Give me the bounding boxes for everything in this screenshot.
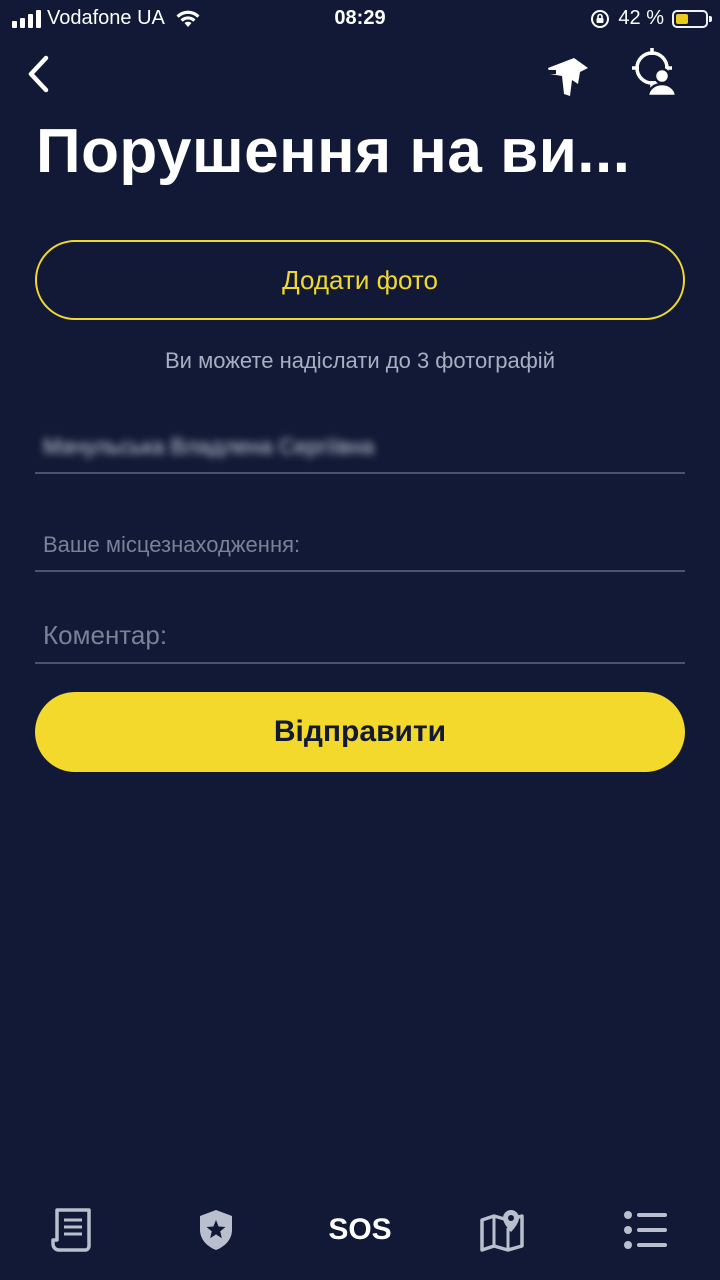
megaphone-icon	[548, 58, 588, 96]
rotation-lock-icon	[591, 9, 610, 28]
tab-menu[interactable]	[616, 1206, 676, 1254]
map-pin-icon	[480, 1210, 524, 1252]
tab-sos[interactable]: SOS	[328, 1206, 392, 1254]
back-button[interactable]	[18, 52, 58, 96]
tab-bar: SOS	[0, 1190, 720, 1280]
add-photo-button[interactable]: Додати фото	[35, 240, 685, 320]
name-value: Мачульська Владлена Сергіївна	[43, 434, 375, 459]
screen: Vodafone UA 08:29 42 % Порушення на ви..…	[0, 0, 720, 1280]
target-person-button[interactable]	[630, 46, 682, 98]
status-left: Vodafone UA	[12, 7, 201, 30]
comment-placeholder: Коментар:	[43, 620, 168, 650]
battery-fill	[676, 13, 688, 24]
name-field[interactable]: Мачульська Владлена Сергіївна	[35, 420, 685, 474]
shield-star-icon	[200, 1210, 232, 1250]
battery-icon	[672, 9, 712, 28]
comment-field[interactable]: Коментар:	[35, 606, 685, 664]
location-field[interactable]: Ваше місцезнаходження:	[35, 520, 685, 572]
signal-icon	[12, 9, 41, 28]
status-bar: Vodafone UA 08:29 42 %	[0, 0, 720, 38]
tab-sos-label: SOS	[328, 1213, 392, 1246]
submit-button[interactable]: Відправити	[35, 692, 685, 772]
report-button[interactable]	[544, 50, 592, 98]
wifi-icon	[176, 10, 200, 27]
photo-hint: Ви можете надіслати до 3 фотографій	[165, 348, 555, 373]
carrier-name: Vodafone UA	[47, 7, 165, 29]
page-title: Порушення на ви...	[36, 117, 631, 186]
location-placeholder: Ваше місцезнаходження:	[43, 532, 301, 557]
tab-map[interactable]	[472, 1206, 532, 1254]
tab-documents[interactable]	[42, 1206, 102, 1254]
menu-list-icon	[624, 1211, 667, 1249]
chevron-left-icon	[28, 55, 49, 93]
status-right: 42 %	[590, 7, 712, 30]
document-list-icon	[51, 1208, 91, 1252]
target-person-icon	[632, 48, 678, 98]
battery-percent: 42 %	[618, 7, 664, 29]
tab-police[interactable]	[186, 1206, 246, 1254]
